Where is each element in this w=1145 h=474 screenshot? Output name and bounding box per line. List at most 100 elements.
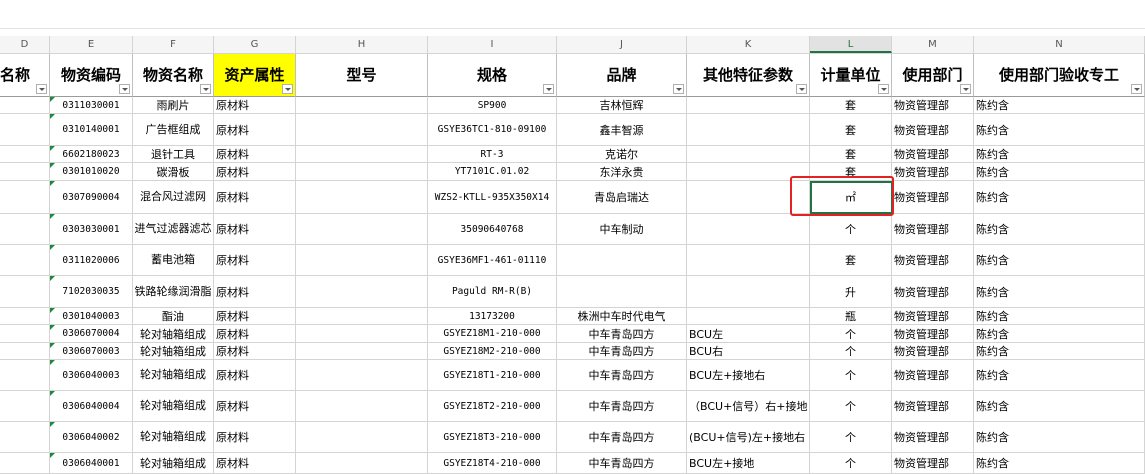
brand-cell[interactable]	[557, 276, 687, 308]
asset-attr-cell[interactable]: 原材料	[214, 453, 296, 474]
empty-cell[interactable]	[296, 114, 428, 146]
material-code-cell[interactable]: 0306040002	[50, 422, 133, 453]
dept-cell[interactable]: 物资管理部	[892, 97, 974, 114]
column-header-l[interactable]: L	[810, 36, 892, 53]
other-params-cell[interactable]: BCU右	[687, 343, 810, 360]
material-name-cell[interactable]: 蓄电池箱	[133, 245, 214, 276]
unit-cell[interactable]: 套	[810, 97, 892, 114]
brand-cell[interactable]	[557, 245, 687, 276]
unit-cell[interactable]: 个	[810, 422, 892, 453]
inspector-cell[interactable]: 陈约含	[974, 146, 1145, 163]
material-code-cell[interactable]: 0303030001	[50, 214, 133, 245]
material-name-cell[interactable]: 广告框组成	[133, 114, 214, 146]
other-params-cell[interactable]: (BCU+信号)左+接地右	[687, 422, 810, 453]
spec-cell[interactable]: GSYEZ18M1-210-000	[428, 325, 557, 343]
spec-cell[interactable]: GSYEZ18T3-210-000	[428, 422, 557, 453]
column-header-d[interactable]: D	[0, 36, 50, 53]
spec-cell[interactable]: YT7101C.01.02	[428, 163, 557, 181]
empty-cell[interactable]	[296, 325, 428, 343]
column-header-f[interactable]: F	[133, 36, 214, 53]
unit-cell[interactable]: 个	[810, 391, 892, 422]
asset-attr-cell[interactable]: 原材料	[214, 181, 296, 214]
asset-attr-cell[interactable]: 原材料	[214, 114, 296, 146]
spec-cell[interactable]: 13173200	[428, 308, 557, 325]
other-params-cell[interactable]	[687, 214, 810, 245]
material-name-cell[interactable]: 轮对轴箱组成	[133, 391, 214, 422]
brand-cell[interactable]: 中车青岛四方	[557, 360, 687, 391]
unit-cell[interactable]: 个	[810, 360, 892, 391]
asset-attr-cell[interactable]: 原材料	[214, 343, 296, 360]
other-params-cell[interactable]: BCU左+接地右	[687, 360, 810, 391]
asset-attr-cell[interactable]: 原材料	[214, 97, 296, 114]
material-name-cell[interactable]: 混合风过滤网	[133, 181, 214, 214]
material-code-cell[interactable]: 0306040004	[50, 391, 133, 422]
header-cell-spec[interactable]: 规格	[428, 54, 557, 97]
brand-cell[interactable]: 克诺尔	[557, 146, 687, 163]
spec-cell[interactable]: GSYEZ18M2-210-000	[428, 343, 557, 360]
dept-cell[interactable]: 物资管理部	[892, 146, 974, 163]
empty-cell[interactable]	[0, 146, 50, 163]
material-name-cell[interactable]: 雨刷片	[133, 97, 214, 114]
brand-cell[interactable]: 中车青岛四方	[557, 325, 687, 343]
empty-cell[interactable]	[0, 97, 50, 114]
filter-dropdown-icon[interactable]	[673, 84, 684, 94]
material-name-cell[interactable]: 轮对轴箱组成	[133, 422, 214, 453]
inspector-cell[interactable]: 陈约含	[974, 325, 1145, 343]
other-params-cell[interactable]	[687, 245, 810, 276]
column-header-j[interactable]: J	[557, 36, 687, 53]
unit-cell[interactable]: 个	[810, 214, 892, 245]
other-params-cell[interactable]	[687, 308, 810, 325]
filter-dropdown-icon[interactable]	[1131, 84, 1142, 94]
unit-cell[interactable]: 套	[810, 114, 892, 146]
other-params-cell[interactable]	[687, 114, 810, 146]
filter-dropdown-icon[interactable]	[36, 84, 47, 94]
asset-attr-cell[interactable]: 原材料	[214, 422, 296, 453]
empty-cell[interactable]	[296, 308, 428, 325]
brand-cell[interactable]: 吉林恒辉	[557, 97, 687, 114]
material-name-cell[interactable]: 退针工具	[133, 146, 214, 163]
dept-cell[interactable]: 物资管理部	[892, 276, 974, 308]
other-params-cell[interactable]	[687, 97, 810, 114]
other-params-cell[interactable]	[687, 163, 810, 181]
empty-cell[interactable]	[296, 163, 428, 181]
other-params-cell[interactable]	[687, 276, 810, 308]
dept-cell[interactable]: 物资管理部	[892, 114, 974, 146]
unit-cell[interactable]: ㎡	[810, 181, 892, 214]
material-code-cell[interactable]: 0306070003	[50, 343, 133, 360]
header-cell-material-name[interactable]: 物资名称	[133, 54, 214, 97]
asset-attr-cell[interactable]: 原材料	[214, 276, 296, 308]
empty-cell[interactable]	[296, 343, 428, 360]
spec-cell[interactable]: GSYEZ18T2-210-000	[428, 391, 557, 422]
inspector-cell[interactable]: 陈约含	[974, 453, 1145, 474]
brand-cell[interactable]: 中车制动	[557, 214, 687, 245]
material-code-cell[interactable]: 0311020006	[50, 245, 133, 276]
material-code-cell[interactable]: 0307090004	[50, 181, 133, 214]
inspector-cell[interactable]: 陈约含	[974, 214, 1145, 245]
header-cell-name-partial[interactable]: 名称	[0, 54, 50, 97]
inspector-cell[interactable]: 陈约含	[974, 308, 1145, 325]
empty-cell[interactable]	[296, 391, 428, 422]
inspector-cell[interactable]: 陈约含	[974, 163, 1145, 181]
dept-cell[interactable]: 物资管理部	[892, 422, 974, 453]
empty-cell[interactable]	[0, 325, 50, 343]
inspector-cell[interactable]: 陈约含	[974, 422, 1145, 453]
brand-cell[interactable]: 株洲中车时代电气	[557, 308, 687, 325]
dept-cell[interactable]: 物资管理部	[892, 343, 974, 360]
material-name-cell[interactable]: 酯油	[133, 308, 214, 325]
other-params-cell[interactable]: BCU左+接地	[687, 453, 810, 474]
column-header-g[interactable]: G	[214, 36, 296, 53]
column-header-m[interactable]: M	[892, 36, 974, 53]
empty-cell[interactable]	[0, 276, 50, 308]
empty-cell[interactable]	[0, 308, 50, 325]
spec-cell[interactable]: GSYE36TC1-810-09100	[428, 114, 557, 146]
filter-dropdown-icon[interactable]	[543, 84, 554, 94]
header-cell-brand[interactable]: 品牌	[557, 54, 687, 97]
asset-attr-cell[interactable]: 原材料	[214, 245, 296, 276]
column-header-h[interactable]: H	[296, 36, 428, 53]
spec-cell[interactable]: WZS2-KTLL-935X350X14	[428, 181, 557, 214]
spec-cell[interactable]: Paguld RM-R(B)	[428, 276, 557, 308]
inspector-cell[interactable]: 陈约含	[974, 245, 1145, 276]
spec-cell[interactable]: RT-3	[428, 146, 557, 163]
brand-cell[interactable]: 中车青岛四方	[557, 343, 687, 360]
unit-cell[interactable]: 个	[810, 325, 892, 343]
